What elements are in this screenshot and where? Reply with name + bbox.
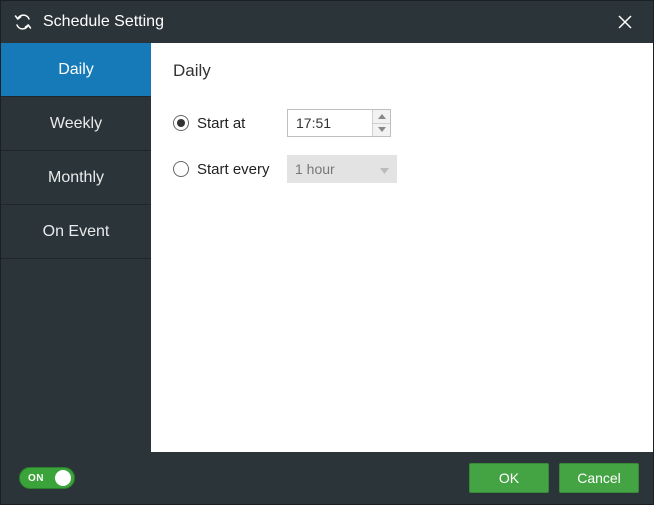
ok-button[interactable]: OK <box>469 463 549 493</box>
sidebar-item-label: Monthly <box>48 169 104 187</box>
dialog-body: Daily Weekly Monthly On Event Daily Star… <box>1 43 653 452</box>
start-every-row: Start every 1 hour <box>173 155 631 183</box>
sidebar-item-on-event[interactable]: On Event <box>1 205 151 259</box>
sidebar-item-label: Weekly <box>50 115 102 133</box>
sidebar-item-monthly[interactable]: Monthly <box>1 151 151 205</box>
start-at-radio[interactable] <box>173 115 189 131</box>
sidebar-item-label: On Event <box>43 223 110 241</box>
toggle-knob <box>55 470 71 486</box>
chevron-down-icon <box>378 127 386 132</box>
chevron-down-icon <box>380 161 389 177</box>
time-input-group <box>287 109 391 137</box>
window-title: Schedule Setting <box>43 13 609 31</box>
start-at-row: Start at <box>173 109 631 137</box>
sidebar-item-daily[interactable]: Daily <box>1 43 151 97</box>
sidebar: Daily Weekly Monthly On Event <box>1 43 151 452</box>
start-every-radio[interactable] <box>173 161 189 177</box>
interval-dropdown[interactable]: 1 hour <box>287 155 397 183</box>
cancel-button[interactable]: Cancel <box>559 463 639 493</box>
enable-toggle[interactable]: ON <box>19 467 75 489</box>
start-time-input[interactable] <box>288 110 372 136</box>
start-every-label[interactable]: Start every <box>197 161 279 178</box>
content-title: Daily <box>173 61 631 81</box>
spinner-down-button[interactable] <box>373 123 390 137</box>
spinner-up-button[interactable] <box>373 110 390 123</box>
close-button[interactable] <box>609 6 641 38</box>
chevron-up-icon <box>378 114 386 119</box>
sidebar-item-label: Daily <box>58 61 94 79</box>
toggle-label: ON <box>28 473 44 484</box>
sync-icon <box>13 12 33 32</box>
titlebar: Schedule Setting <box>1 1 653 43</box>
dropdown-value: 1 hour <box>295 161 335 177</box>
sidebar-item-weekly[interactable]: Weekly <box>1 97 151 151</box>
content-panel: Daily Start at <box>151 43 653 452</box>
time-spinner <box>372 110 390 136</box>
close-icon <box>617 14 633 30</box>
footer: ON OK Cancel <box>1 452 653 504</box>
schedule-setting-window: Schedule Setting Daily Weekly Monthly On… <box>0 0 654 505</box>
start-at-label[interactable]: Start at <box>197 115 279 132</box>
